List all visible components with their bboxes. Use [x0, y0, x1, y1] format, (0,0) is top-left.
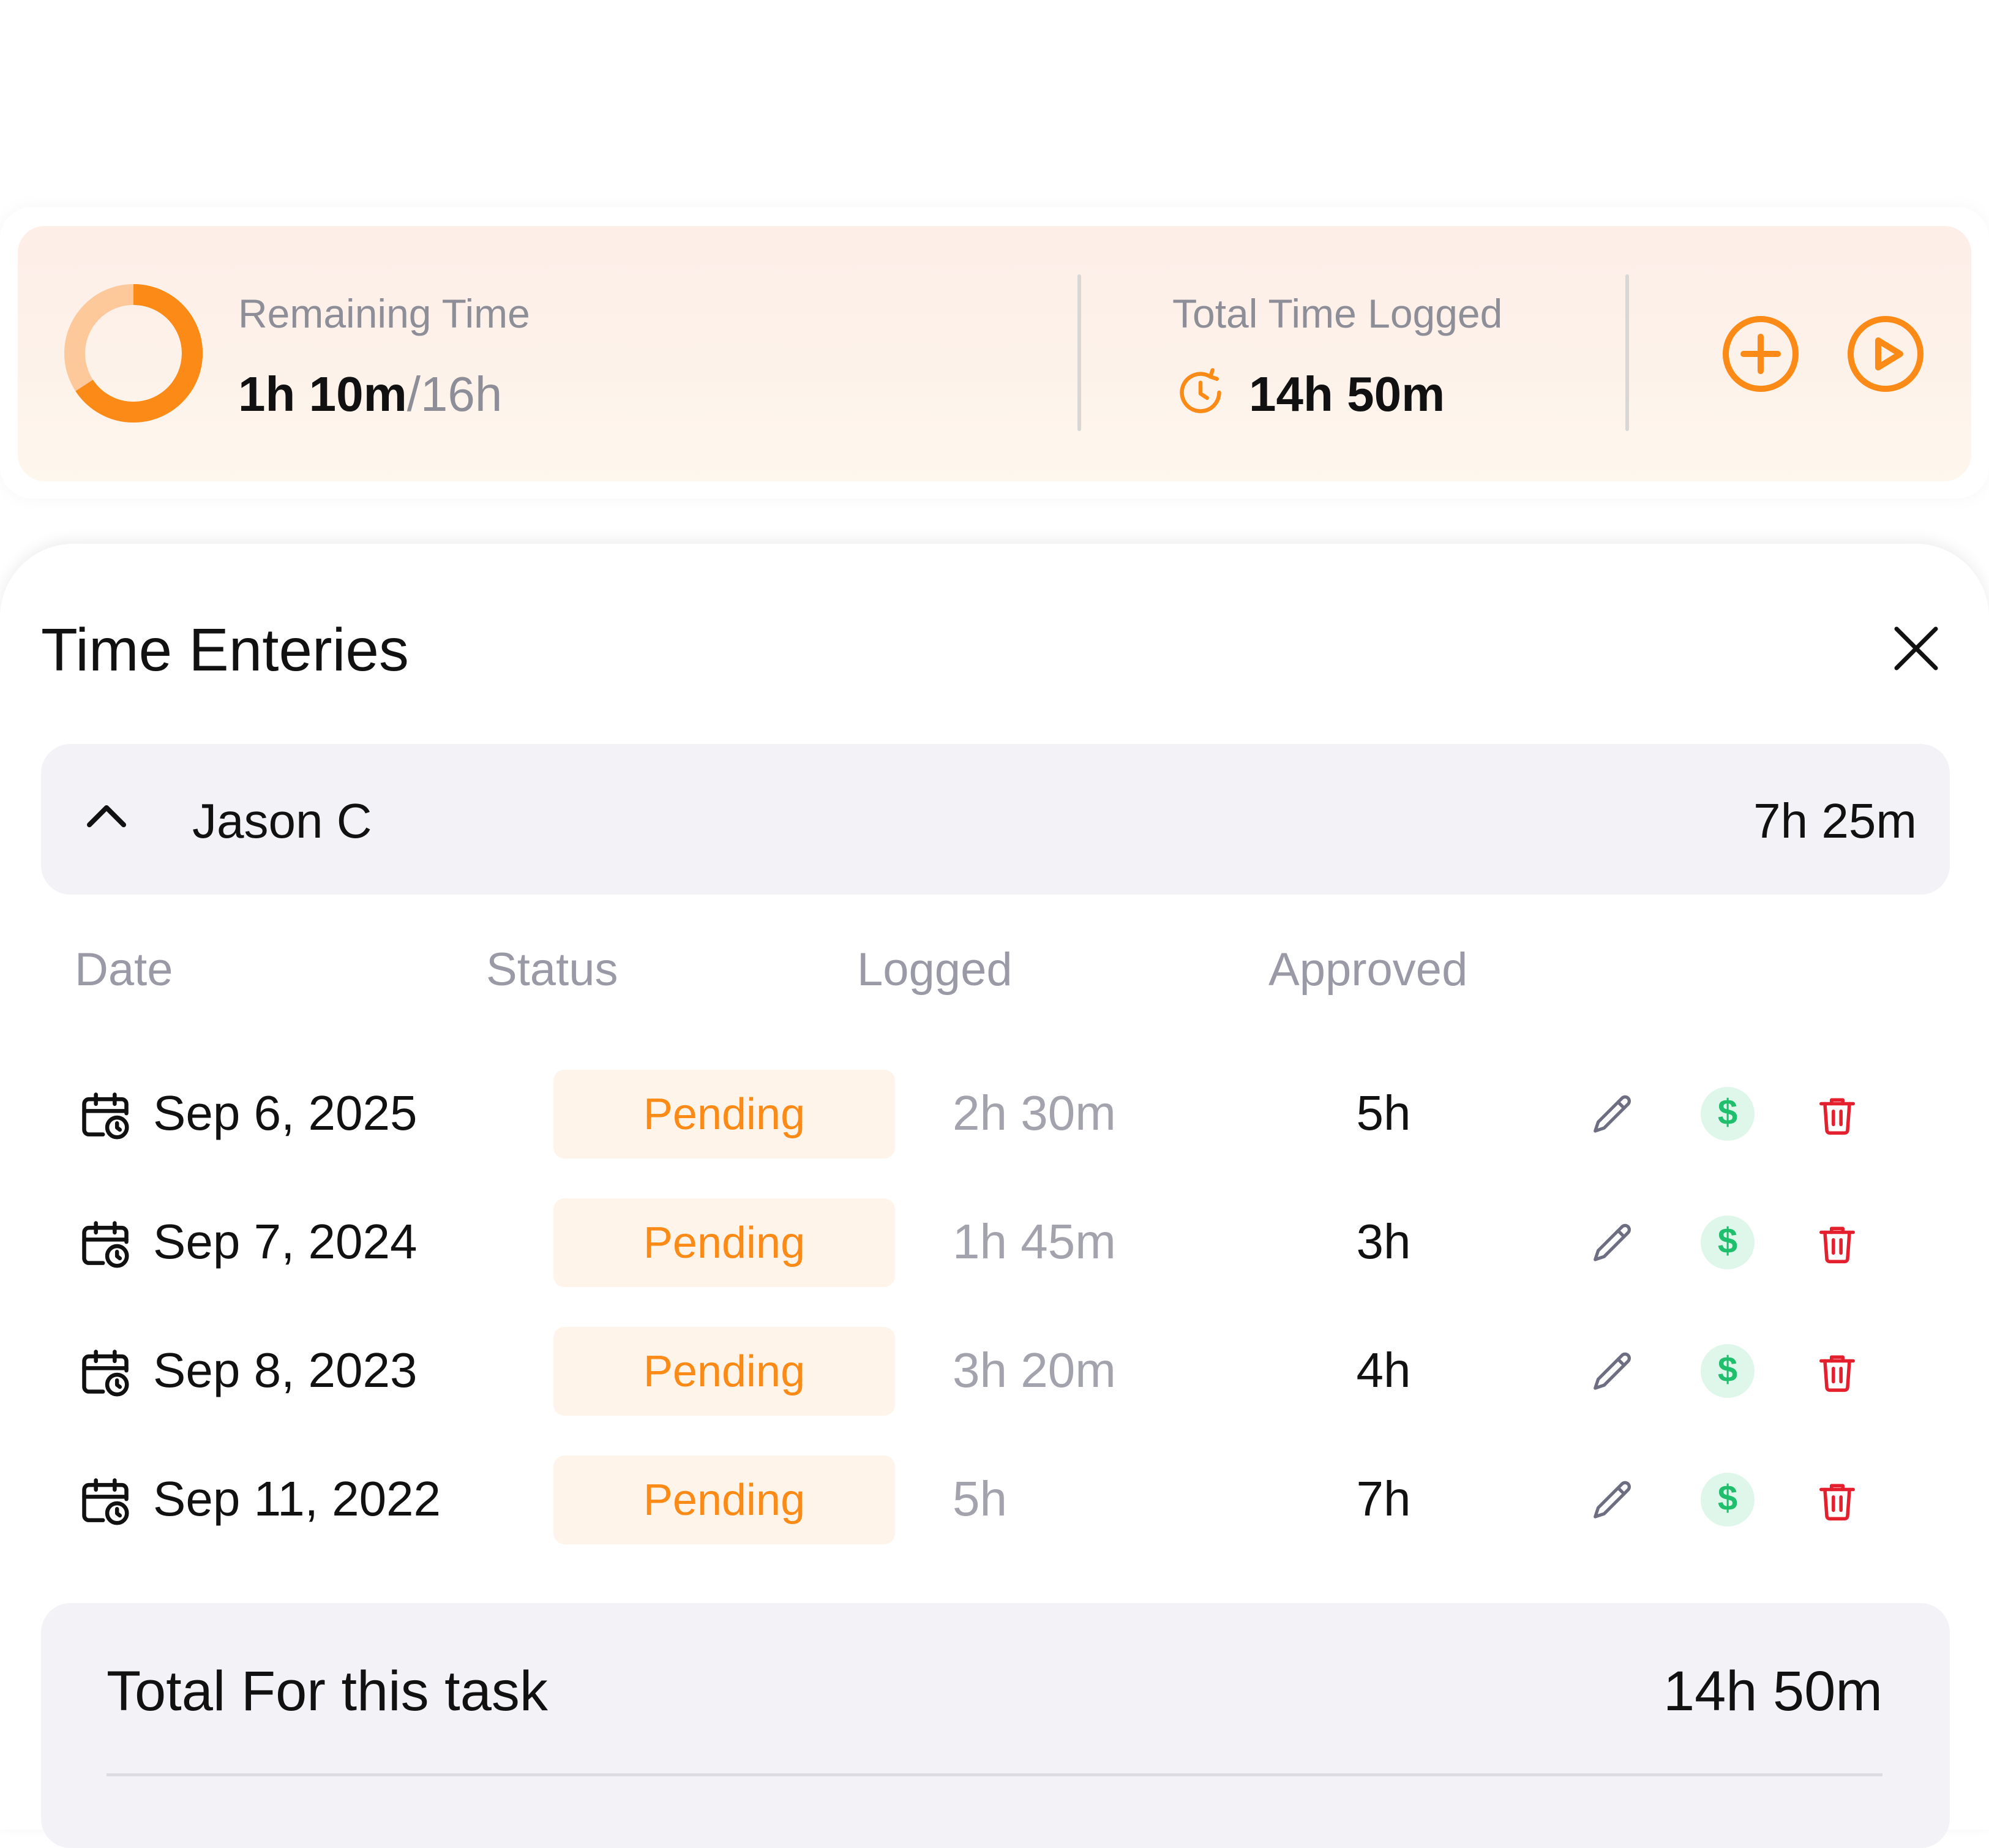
dollar-icon: $: [1701, 1215, 1755, 1269]
billable-button[interactable]: $: [1700, 1215, 1755, 1270]
remaining-time-value: 1h 10m/16h: [238, 367, 503, 421]
entry-logged: 1h 45m: [953, 1214, 1116, 1269]
entry-approved: 3h: [1356, 1214, 1411, 1269]
entry-date: Sep 11, 2022: [153, 1471, 441, 1526]
pencil-icon: [1594, 1352, 1631, 1390]
edit-button[interactable]: [1589, 1091, 1637, 1139]
remaining-progress-ring: [63, 283, 204, 424]
delete-button[interactable]: [1815, 1350, 1860, 1395]
plus-circle-icon: [1723, 316, 1799, 392]
billable-button[interactable]: $: [1700, 1086, 1755, 1141]
svg-text:$: $: [1718, 1221, 1737, 1261]
total-logged-value: 14h 50m: [1249, 367, 1445, 421]
dollar-icon: $: [1701, 1344, 1755, 1398]
billable-button[interactable]: $: [1700, 1472, 1755, 1527]
pencil-icon: [1594, 1481, 1631, 1519]
entry-date: Sep 6, 2025: [153, 1086, 418, 1140]
trash-icon: [1819, 1484, 1855, 1521]
delete-button[interactable]: [1815, 1221, 1860, 1266]
pencil-icon: [1594, 1095, 1631, 1133]
delete-button[interactable]: [1815, 1478, 1860, 1523]
total-logged-label: Total Time Logged: [1172, 291, 1503, 336]
summary-divider: [1077, 274, 1081, 431]
sheet-title: Time Enteries: [41, 616, 409, 683]
column-header-approved: Approved: [1268, 944, 1468, 996]
trash-icon: [1819, 1098, 1855, 1135]
history-clock-icon: [1174, 366, 1227, 419]
column-header-logged: Logged: [857, 944, 1013, 996]
dollar-icon: $: [1701, 1473, 1755, 1527]
entry-date: Sep 8, 2023: [153, 1343, 418, 1397]
divider: [107, 1773, 1882, 1776]
summary-divider-2: [1625, 274, 1629, 431]
entry-approved: 5h: [1356, 1086, 1411, 1140]
calendar-clock-icon: [77, 1216, 133, 1272]
entry-logged: 2h 30m: [953, 1086, 1116, 1140]
remaining-time-total: /16h: [406, 367, 503, 421]
svg-text:$: $: [1718, 1092, 1737, 1132]
entry-approved: 7h: [1356, 1471, 1411, 1526]
close-button[interactable]: [1890, 623, 1942, 674]
edit-button[interactable]: [1589, 1477, 1637, 1525]
edit-button[interactable]: [1589, 1220, 1637, 1268]
dollar-icon: $: [1701, 1087, 1755, 1141]
entry-date: Sep 7, 2024: [153, 1214, 418, 1269]
chevron-up-icon[interactable]: [84, 800, 129, 830]
task-total-box: [41, 1603, 1950, 1848]
status-badge: Pending: [553, 1455, 895, 1544]
group-user-name: Jason C: [192, 794, 372, 848]
task-total-value: 14h 50m: [1663, 1660, 1882, 1722]
status-badge: Pending: [553, 1070, 895, 1159]
time-summary-panel: [18, 226, 1971, 481]
svg-text:$: $: [1718, 1350, 1737, 1389]
billable-button[interactable]: $: [1700, 1343, 1755, 1399]
start-timer-button[interactable]: [1846, 315, 1925, 393]
trash-icon: [1819, 1226, 1855, 1264]
entry-approved: 4h: [1356, 1343, 1411, 1397]
calendar-clock-icon: [77, 1473, 133, 1530]
play-circle-icon: [1848, 316, 1923, 392]
pencil-icon: [1594, 1223, 1631, 1261]
status-badge: Pending: [553, 1327, 895, 1416]
column-header-status: Status: [486, 944, 618, 996]
group-total: 7h 25m: [1753, 794, 1917, 848]
calendar-clock-icon: [77, 1345, 133, 1401]
delete-button[interactable]: [1815, 1092, 1860, 1138]
close-icon: [1894, 626, 1938, 670]
trash-icon: [1819, 1355, 1855, 1392]
remaining-time-label: Remaining Time: [238, 291, 530, 336]
task-total-label: Total For this task: [107, 1660, 548, 1722]
calendar-clock-icon: [77, 1087, 133, 1144]
entry-logged: 3h 20m: [953, 1343, 1116, 1397]
column-header-date: Date: [75, 944, 173, 996]
edit-button[interactable]: [1589, 1348, 1637, 1396]
entry-logged: 5h: [953, 1471, 1007, 1526]
svg-text:$: $: [1718, 1478, 1737, 1518]
status-badge: Pending: [553, 1198, 895, 1287]
add-time-button[interactable]: [1721, 315, 1800, 393]
